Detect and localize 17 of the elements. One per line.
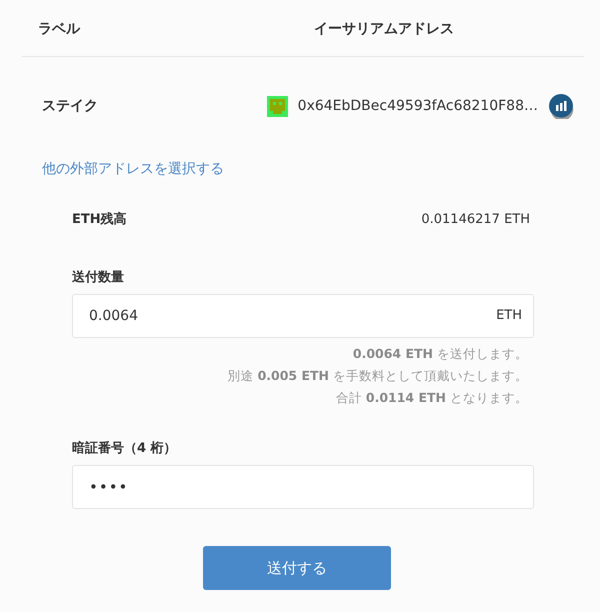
send-button[interactable]: 送付する: [203, 546, 391, 590]
fee-note: 合計 0.0114 ETH となります。: [336, 389, 528, 407]
unit-label: ETH: [496, 308, 522, 323]
address-label: ステイク: [41, 97, 99, 115]
pin-field[interactable]: ••••: [72, 465, 534, 509]
eth-address: 0x64EbDBec49593fAc68210F88…: [298, 98, 538, 114]
amount-label: 送付数量: [72, 269, 125, 286]
balance-label: ETH残高: [72, 210, 127, 228]
fee-note: 別途 0.005 ETH を手数料として頂戴いたします。: [228, 367, 528, 385]
balance-value: 0.01146217 ETH: [421, 212, 531, 226]
column-header: イーサリアムアドレス: [313, 20, 455, 38]
identicon-icon: [266, 96, 288, 116]
chart-logo-icon: [548, 93, 574, 119]
column-header: ラベル: [37, 20, 82, 38]
pin-label: 暗証番号（4 桁）: [72, 440, 178, 457]
fee-note: 0.0064 ETH を送付します。: [352, 345, 528, 363]
select-address-link[interactable]: 他の外部アドレスを選択する: [42, 160, 224, 178]
